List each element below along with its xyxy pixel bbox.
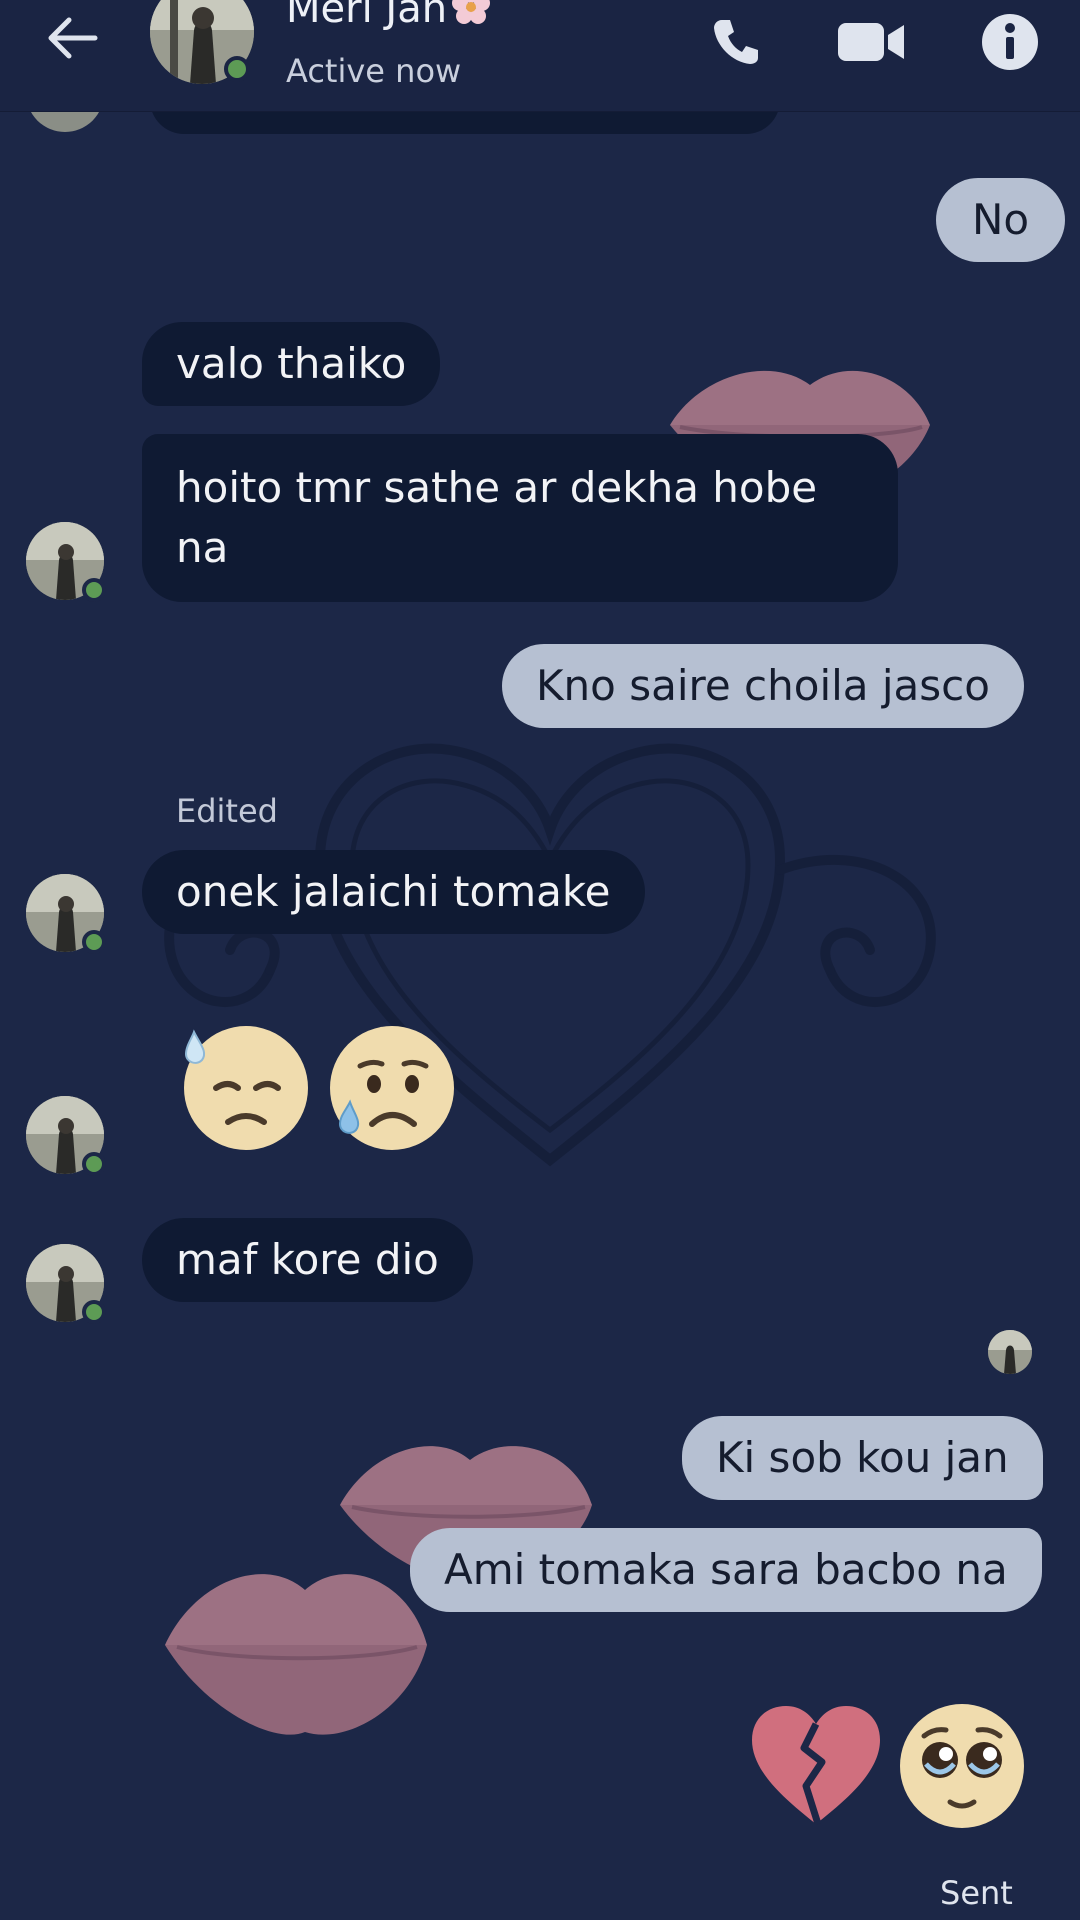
flower-emoji <box>451 0 491 36</box>
message-sent[interactable]: Kno saire choila jasco <box>502 644 1024 728</box>
online-status-dot <box>82 1152 106 1176</box>
online-status-dot <box>82 1300 106 1324</box>
sent-status-label: Sent <box>940 1874 1013 1912</box>
message-received[interactable]: valo thaiko <box>142 322 441 406</box>
message-received[interactable]: maf kore dio <box>142 1218 473 1302</box>
info-icon[interactable] <box>974 6 1046 78</box>
read-receipt-avatar <box>988 1330 1032 1374</box>
message-received[interactable]: hoito tmr sathe ar dekha hobe na <box>142 434 898 602</box>
contact-name[interactable]: Meri Jan <box>286 0 491 36</box>
online-status-dot <box>82 930 106 954</box>
message-received[interactable]: onek jalaichi tomake <box>142 850 645 934</box>
back-arrow-icon[interactable] <box>40 6 104 70</box>
downcast-face-with-sweat-emoji[interactable] <box>176 1018 312 1158</box>
pleading-face-emoji[interactable] <box>894 1698 1030 1838</box>
broken-heart-emoji[interactable] <box>746 1700 886 1834</box>
online-status-dot <box>224 56 250 82</box>
message-sent[interactable]: Ki sob kou jan <box>682 1416 1043 1500</box>
message-sent[interactable]: Ami tomaka sara bacbo na <box>410 1528 1042 1612</box>
crying-face-emoji[interactable] <box>322 1018 458 1158</box>
edited-label: Edited <box>176 792 278 830</box>
chat-header: Meri Jan Active now <box>0 0 1080 112</box>
phone-icon[interactable] <box>700 6 772 78</box>
online-status-dot <box>82 578 106 602</box>
lip-print-decoration <box>165 1574 427 1735</box>
video-camera-icon[interactable] <box>835 6 907 78</box>
message-sent[interactable]: No <box>936 178 1066 262</box>
active-status: Active now <box>286 52 462 90</box>
